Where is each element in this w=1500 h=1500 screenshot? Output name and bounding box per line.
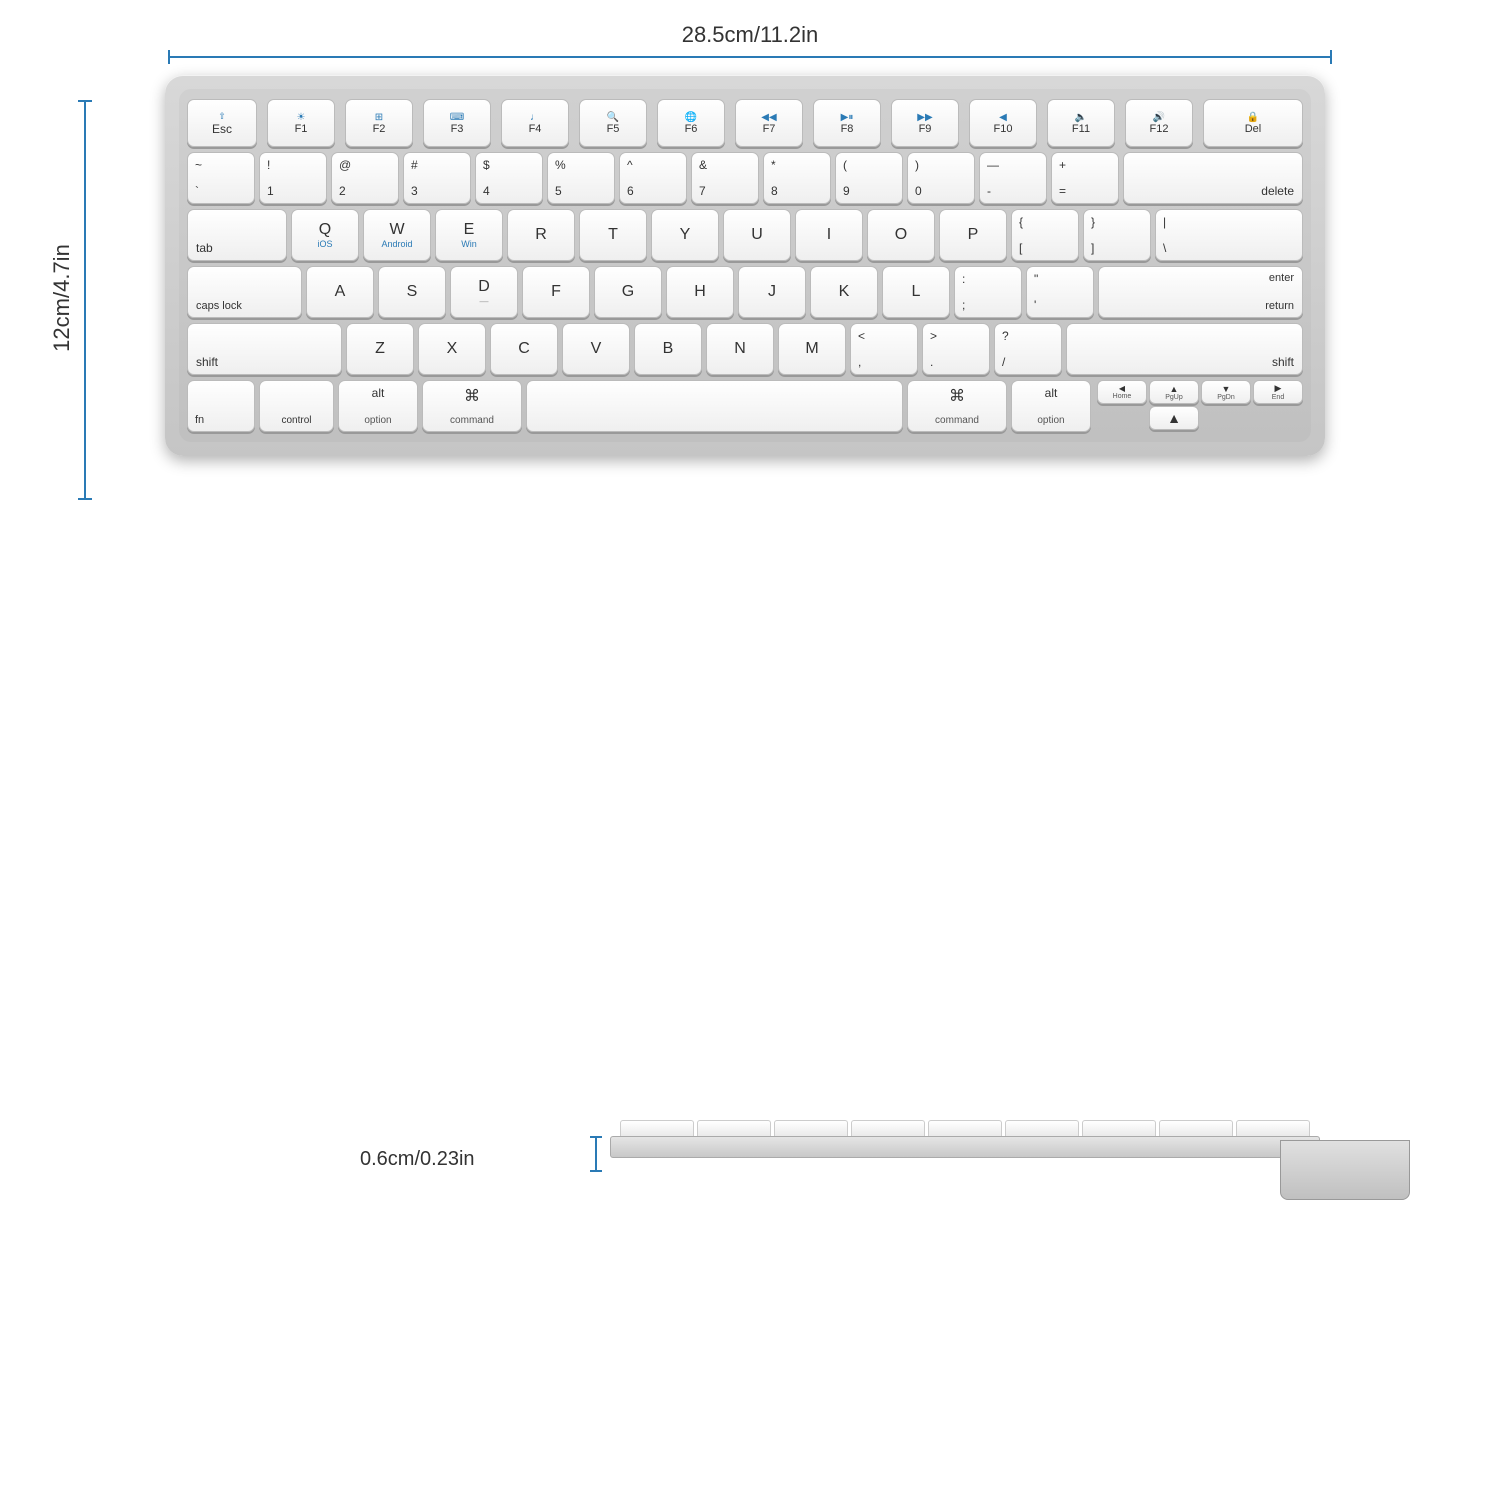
key-z[interactable]: Z <box>346 323 414 375</box>
key-control[interactable]: control <box>259 380 334 432</box>
key-p[interactable]: P <box>939 209 1007 261</box>
key-home[interactable]: ◀ Home <box>1097 380 1147 404</box>
key-f3[interactable]: ⌨ F3 <box>423 99 491 147</box>
key-capslock[interactable]: caps lock <box>187 266 302 318</box>
key-f5[interactable]: 🔍 F5 <box>579 99 647 147</box>
key-m[interactable]: M <box>778 323 846 375</box>
key-i[interactable]: I <box>795 209 863 261</box>
bottom-row: fn control alt option ⌘ command <box>187 380 1303 432</box>
key-quote[interactable]: " ' <box>1026 266 1094 318</box>
key-f[interactable]: F <box>522 266 590 318</box>
key-s[interactable]: S <box>378 266 446 318</box>
key-f2[interactable]: ⊞ F2 <box>345 99 413 147</box>
key-esc[interactable]: ⇧ Esc <box>187 99 257 147</box>
key-c[interactable]: C <box>490 323 558 375</box>
key-del[interactable]: 🔒 Del <box>1203 99 1303 147</box>
keyboard-side-view <box>610 1120 1410 1210</box>
key-bracket-l[interactable]: { [ <box>1011 209 1079 261</box>
key-0[interactable]: ) 0 <box>907 152 975 204</box>
key-u[interactable]: U <box>723 209 791 261</box>
key-e[interactable]: E Win <box>435 209 503 261</box>
key-command-r[interactable]: ⌘ command <box>907 380 1007 432</box>
key-tab[interactable]: tab <box>187 209 287 261</box>
keyboard-shell: ⇧ Esc ☀ F1 ⊞ F2 ⌨ <box>165 75 1325 456</box>
key-shift-r[interactable]: shift <box>1066 323 1303 375</box>
page-container: 28.5cm/11.2in 12cm/4.7in ⇧ Esc <box>0 0 1500 1500</box>
key-6[interactable]: ^ 6 <box>619 152 687 204</box>
key-fn[interactable]: fn <box>187 380 255 432</box>
width-dim-line <box>168 56 1332 58</box>
key-q[interactable]: Q iOS <box>291 209 359 261</box>
key-5[interactable]: % 5 <box>547 152 615 204</box>
key-space[interactable] <box>526 380 903 432</box>
key-l[interactable]: L <box>882 266 950 318</box>
height-dim-line <box>84 100 86 500</box>
key-1[interactable]: ! 1 <box>259 152 327 204</box>
key-o[interactable]: O <box>867 209 935 261</box>
key-3[interactable]: # 3 <box>403 152 471 204</box>
key-y[interactable]: Y <box>651 209 719 261</box>
key-option-r[interactable]: alt option <box>1011 380 1091 432</box>
key-minus[interactable]: — - <box>979 152 1047 204</box>
key-end[interactable]: ▶ End <box>1253 380 1303 404</box>
key-slash[interactable]: ? / <box>994 323 1062 375</box>
key-d[interactable]: D — <box>450 266 518 318</box>
key-g[interactable]: G <box>594 266 662 318</box>
key-f11[interactable]: 🔈 F11 <box>1047 99 1115 147</box>
key-f6[interactable]: 🌐 F6 <box>657 99 725 147</box>
key-backtick[interactable]: ~ ` <box>187 152 255 204</box>
key-enter[interactable]: enter return <box>1098 266 1303 318</box>
key-shift-l[interactable]: shift <box>187 323 342 375</box>
number-row: ~ ` ! 1 @ 2 # 3 <box>187 152 1303 204</box>
key-t[interactable]: T <box>579 209 647 261</box>
keyboard-inner: ⇧ Esc ☀ F1 ⊞ F2 ⌨ <box>179 89 1311 442</box>
keyboard-body: ⇧ Esc ☀ F1 ⊞ F2 ⌨ <box>165 75 1325 456</box>
key-x[interactable]: X <box>418 323 486 375</box>
key-f7[interactable]: ◀◀ F7 <box>735 99 803 147</box>
key-up[interactable]: ▲ <box>1149 406 1199 430</box>
key-h[interactable]: H <box>666 266 734 318</box>
key-r[interactable]: R <box>507 209 575 261</box>
key-comma[interactable]: < , <box>850 323 918 375</box>
arrow-cluster: ◀ Home ▲ PgUp ▼ PgDn <box>1097 380 1303 432</box>
height-dimension-label: 12cm/4.7in <box>49 244 75 352</box>
zxcv-row: shift Z X C V <box>187 323 1303 375</box>
key-v[interactable]: V <box>562 323 630 375</box>
key-option-l[interactable]: alt option <box>338 380 418 432</box>
key-command-l[interactable]: ⌘ command <box>422 380 522 432</box>
key-9[interactable]: ( 9 <box>835 152 903 204</box>
key-semicolon[interactable]: : ; <box>954 266 1022 318</box>
thickness-dimension-label: 0.6cm/0.23in <box>360 1148 475 1171</box>
fn-row: ⇧ Esc ☀ F1 ⊞ F2 ⌨ <box>187 99 1303 147</box>
key-bracket-r[interactable]: } ] <box>1083 209 1151 261</box>
key-f12[interactable]: 🔊 F12 <box>1125 99 1193 147</box>
key-pgdn[interactable]: ▼ PgDn <box>1201 380 1251 404</box>
key-k[interactable]: K <box>810 266 878 318</box>
key-w[interactable]: W Android <box>363 209 431 261</box>
key-backslash[interactable]: | \ <box>1155 209 1303 261</box>
key-f8[interactable]: ▶⏸ F8 <box>813 99 881 147</box>
key-f10[interactable]: ◀ F10 <box>969 99 1037 147</box>
key-b[interactable]: B <box>634 323 702 375</box>
asdf-row: caps lock A S D — <box>187 266 1303 318</box>
key-period[interactable]: > . <box>922 323 990 375</box>
key-8[interactable]: * 8 <box>763 152 831 204</box>
key-4[interactable]: $ 4 <box>475 152 543 204</box>
key-n[interactable]: N <box>706 323 774 375</box>
width-dimension-label: 28.5cm/11.2in <box>682 22 819 48</box>
key-2[interactable]: @ 2 <box>331 152 399 204</box>
key-f1[interactable]: ☀ F1 <box>267 99 335 147</box>
qwerty-row: tab Q iOS W Android E Win <box>187 209 1303 261</box>
key-delete[interactable]: delete <box>1123 152 1303 204</box>
thickness-dim-line <box>595 1136 597 1172</box>
key-f4[interactable]: ♩ F4 <box>501 99 569 147</box>
key-pgup[interactable]: ▲ PgUp <box>1149 380 1199 404</box>
key-a[interactable]: A <box>306 266 374 318</box>
key-equals[interactable]: + = <box>1051 152 1119 204</box>
key-f9[interactable]: ▶▶ F9 <box>891 99 959 147</box>
key-7[interactable]: & 7 <box>691 152 759 204</box>
key-j[interactable]: J <box>738 266 806 318</box>
